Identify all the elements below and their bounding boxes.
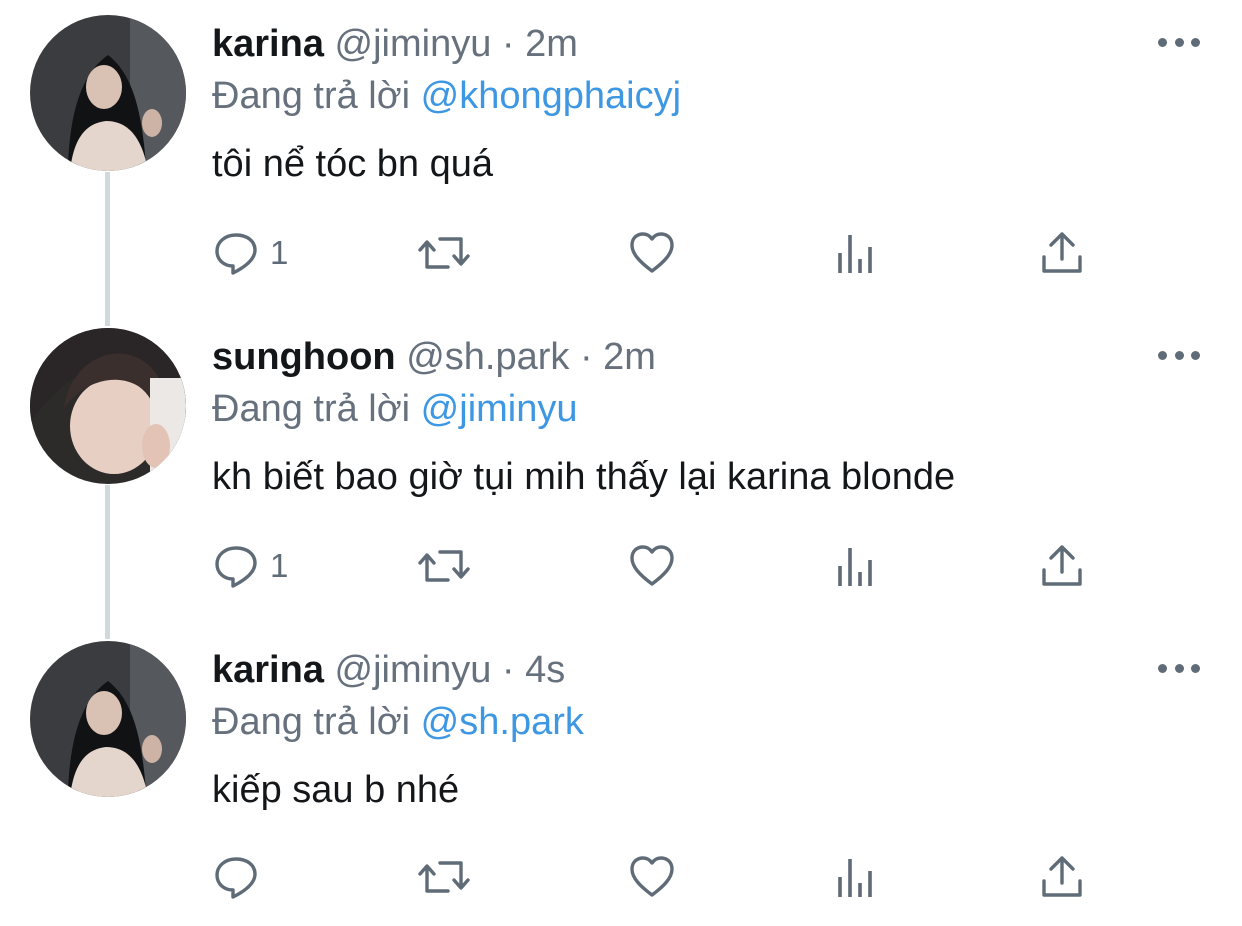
reply-bubble-icon xyxy=(215,546,257,588)
profile-photo-sunghoon-icon xyxy=(30,328,186,484)
replying-to: Đang trả lời @jiminyu xyxy=(212,387,578,431)
display-name[interactable]: sunghoon xyxy=(212,336,396,378)
avatar[interactable] xyxy=(30,15,186,171)
retweet-button[interactable] xyxy=(418,228,470,278)
share-button[interactable] xyxy=(1038,541,1086,591)
share-button[interactable] xyxy=(1038,852,1086,902)
tweet-header: sunghoon @sh.park · 2m xyxy=(212,335,656,379)
heart-icon xyxy=(630,232,674,273)
heart-icon xyxy=(630,545,674,586)
tweet-text: kh biết bao giờ tụi mih thấy lại karina … xyxy=(212,456,956,498)
replying-to: Đang trả lời @sh.park xyxy=(212,700,584,744)
tweet[interactable]: karina @jiminyu · 2m Đang trả lời @khong… xyxy=(0,0,1242,300)
more-dots-icon xyxy=(1158,350,1167,360)
more-dots-icon xyxy=(1158,663,1167,673)
analytics-bars-icon xyxy=(838,548,872,586)
reply-button[interactable]: 1 xyxy=(212,541,288,591)
retweet-button[interactable] xyxy=(418,852,470,902)
separator-dot: · xyxy=(501,649,515,691)
retweet-icon xyxy=(418,861,470,893)
username[interactable]: @jiminyu xyxy=(335,649,492,691)
separator-dot: · xyxy=(579,336,593,378)
replying-to-label: Đang trả lời xyxy=(212,388,411,430)
reply-mention-link[interactable]: @sh.park xyxy=(421,701,584,743)
retweet-icon xyxy=(418,237,470,269)
more-options-button[interactable] xyxy=(1158,348,1200,362)
replying-to-label: Đang trả lời xyxy=(212,701,411,743)
like-button[interactable] xyxy=(628,541,676,591)
tweet-text: tôi nể tóc bn quá xyxy=(212,143,493,185)
tweet-text: kiếp sau b nhé xyxy=(212,769,460,811)
share-upload-icon xyxy=(1042,856,1082,897)
avatar[interactable] xyxy=(30,328,186,484)
tweet-header: karina @jiminyu · 4s xyxy=(212,648,565,692)
separator-dot: · xyxy=(501,23,515,65)
more-options-button[interactable] xyxy=(1158,35,1200,49)
avatar[interactable] xyxy=(30,641,186,797)
reply-mention-link[interactable]: @khongphaicyj xyxy=(421,75,681,117)
share-upload-icon xyxy=(1042,545,1082,586)
display-name[interactable]: karina xyxy=(212,23,324,65)
reply-bubble-icon xyxy=(215,233,257,275)
analytics-button[interactable] xyxy=(834,541,882,591)
username[interactable]: @jiminyu xyxy=(335,23,492,65)
retweet-button[interactable] xyxy=(418,541,470,591)
heart-icon xyxy=(630,856,674,897)
analytics-button[interactable] xyxy=(834,228,882,278)
tweet[interactable]: sunghoon @sh.park · 2m Đang trả lời @jim… xyxy=(0,313,1242,613)
tweet-header: karina @jiminyu · 2m xyxy=(212,22,578,66)
profile-photo-karina-icon xyxy=(30,15,186,171)
reply-count: 1 xyxy=(270,234,289,271)
analytics-button[interactable] xyxy=(834,852,882,902)
share-button[interactable] xyxy=(1038,228,1086,278)
tweet[interactable]: karina @jiminyu · 4s Đang trả lời @sh.pa… xyxy=(0,626,1242,926)
username[interactable]: @sh.park xyxy=(406,336,569,378)
like-button[interactable] xyxy=(628,852,676,902)
reply-mention-link[interactable]: @jiminyu xyxy=(421,388,578,430)
display-name[interactable]: karina xyxy=(212,649,324,691)
profile-photo-karina-icon xyxy=(30,641,186,797)
analytics-bars-icon xyxy=(838,859,872,897)
replying-to-label: Đang trả lời xyxy=(212,75,411,117)
reply-button[interactable] xyxy=(212,852,260,902)
more-options-button[interactable] xyxy=(1158,661,1200,675)
like-button[interactable] xyxy=(628,228,676,278)
reply-bubble-icon xyxy=(215,857,257,899)
replying-to: Đang trả lời @khongphaicyj xyxy=(212,74,681,118)
retweet-icon xyxy=(418,550,470,582)
timestamp[interactable]: 2m xyxy=(603,336,656,378)
timestamp[interactable]: 2m xyxy=(525,23,578,65)
analytics-bars-icon xyxy=(838,235,872,273)
more-dots-icon xyxy=(1158,37,1167,47)
reply-count: 1 xyxy=(270,547,289,584)
share-upload-icon xyxy=(1042,232,1082,273)
reply-button[interactable]: 1 xyxy=(212,228,288,278)
timestamp[interactable]: 4s xyxy=(525,649,565,691)
